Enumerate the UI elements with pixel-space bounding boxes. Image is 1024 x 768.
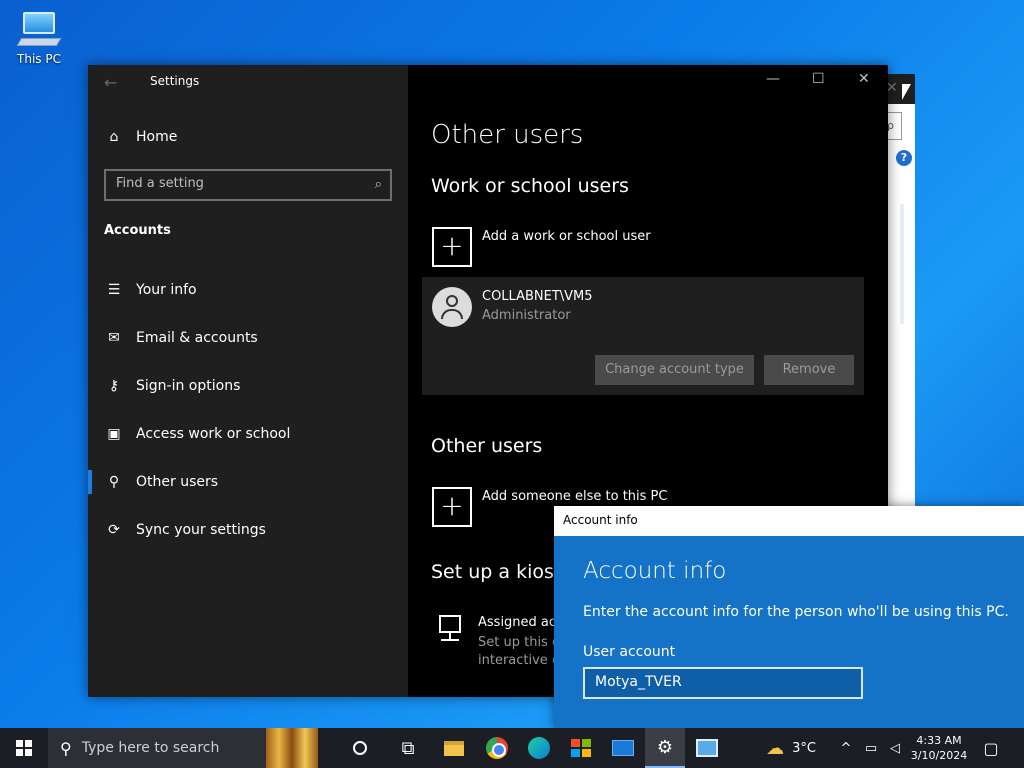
- mail-icon: [612, 740, 634, 756]
- search-icon: ⌕: [374, 177, 382, 192]
- windows-logo-icon: [16, 740, 32, 756]
- taskbar-search-box[interactable]: ⚲ Type here to search: [48, 728, 318, 768]
- plus-icon: +: [440, 489, 464, 522]
- store-icon: [571, 739, 591, 757]
- dialog-prompt: Enter the account info for the person wh…: [583, 604, 1009, 620]
- sidebar-item-email-accounts[interactable]: ✉ Email & accounts: [104, 326, 258, 350]
- briefcase-icon: ▣: [107, 426, 121, 442]
- mouse-cursor: [902, 84, 911, 100]
- sidebar-item-sync-settings[interactable]: ⟳ Sync your settings: [104, 518, 266, 542]
- task-view-button[interactable]: ⧉: [388, 728, 428, 768]
- plus-icon: +: [440, 229, 464, 262]
- section-heading: Accounts: [104, 223, 171, 238]
- tray-chevron-icon[interactable]: ^: [836, 728, 856, 768]
- task-view-icon: ⧉: [401, 737, 415, 759]
- change-account-type-button[interactable]: Change account type: [595, 355, 754, 385]
- sidebar-item-sign-in-options[interactable]: ⚷ Sign-in options: [104, 374, 241, 398]
- user-avatar-icon: [432, 287, 472, 327]
- settings-taskbar-button[interactable]: ⚙: [645, 728, 685, 768]
- person-add-icon: ⚲: [108, 474, 120, 490]
- dialog-heading: Account info: [583, 558, 727, 584]
- user-entry[interactable]: COLLABNET\VM5 Administrator Change accou…: [422, 277, 864, 395]
- this-pc-label: This PC: [17, 52, 61, 66]
- cortana-circle-icon: [353, 741, 367, 755]
- user-role: Administrator: [482, 308, 571, 323]
- edge-icon: [528, 737, 550, 759]
- user-account-input[interactable]: Motya_TVER: [583, 667, 863, 699]
- system-info-button[interactable]: [687, 728, 727, 768]
- search-icon: ⚲: [60, 738, 72, 758]
- edge-button[interactable]: [519, 728, 559, 768]
- back-arrow-icon[interactable]: ←: [104, 73, 117, 92]
- taskbar: ⚲ Type here to search ⧉ ⚙ ☁ 3°C ^ ▭ ◁ 4:…: [0, 728, 1024, 768]
- volume-muted-icon[interactable]: ◁: [884, 728, 906, 768]
- add-other-user-label[interactable]: Add someone else to this PC: [482, 489, 667, 504]
- person-card-icon: ☰: [107, 282, 121, 298]
- settings-sidebar: ← Settings ⌂ Home Find a setting ⌕ Accou…: [88, 65, 408, 697]
- gear-icon: ⚙: [656, 736, 674, 758]
- maximize-icon[interactable]: ☐: [812, 71, 825, 87]
- weather-widget[interactable]: ☁ 3°C: [756, 728, 826, 768]
- help-icon[interactable]: ?: [896, 150, 912, 166]
- weather-cloud-icon: ☁: [766, 737, 785, 759]
- kiosk-heading: Set up a kiosk: [431, 561, 565, 583]
- kiosk-description-line2: interactive d: [478, 653, 561, 668]
- chrome-icon: [486, 737, 508, 759]
- sidebar-item-other-users[interactable]: ⚲ Other users: [88, 470, 218, 494]
- add-other-user-button[interactable]: +: [432, 487, 472, 527]
- kiosk-description-line1: Set up this d: [478, 635, 561, 650]
- folder-icon: [444, 740, 464, 756]
- minimize-icon[interactable]: —: [766, 71, 780, 87]
- nav-home[interactable]: ⌂ Home: [104, 129, 178, 145]
- search-highlight-image: [266, 728, 318, 768]
- kiosk-monitor-icon: [436, 615, 464, 649]
- window-title: Settings: [150, 74, 200, 88]
- dialog-titlebar[interactable]: Account info: [554, 506, 1024, 536]
- account-info-dialog: Account info Account info Enter the acco…: [554, 506, 1024, 728]
- file-explorer-button[interactable]: [434, 728, 474, 768]
- system-info-icon: [696, 739, 718, 757]
- network-icon[interactable]: ▭: [860, 728, 882, 768]
- remove-button[interactable]: Remove: [764, 355, 854, 385]
- start-button[interactable]: [0, 728, 48, 768]
- mail-icon: ✉: [108, 330, 120, 346]
- sync-icon: ⟳: [108, 522, 120, 538]
- chrome-button[interactable]: [477, 728, 517, 768]
- close-icon[interactable]: ✕: [858, 71, 870, 87]
- key-icon: ⚷: [108, 378, 120, 394]
- add-work-user-button[interactable]: +: [432, 227, 472, 267]
- user-account-label: User account: [583, 644, 676, 660]
- notification-center-icon[interactable]: ▢: [976, 728, 1006, 768]
- other-users-heading: Other users: [431, 435, 543, 457]
- sidebar-item-access-work-school[interactable]: ▣ Access work or school: [104, 422, 290, 446]
- cortana-button[interactable]: [340, 728, 380, 768]
- page-title: Other users: [431, 120, 584, 150]
- user-name: COLLABNET\VM5: [482, 289, 593, 304]
- mail-button[interactable]: [603, 728, 643, 768]
- home-icon: ⌂: [109, 129, 119, 145]
- work-school-heading: Work or school users: [431, 175, 629, 197]
- settings-search-input[interactable]: Find a setting ⌕: [104, 169, 392, 201]
- selection-indicator: [88, 470, 92, 494]
- add-work-user-label[interactable]: Add a work or school user: [482, 229, 651, 244]
- computer-icon: [16, 10, 62, 50]
- this-pc-desktop-icon[interactable]: This PC: [10, 10, 68, 66]
- store-button[interactable]: [561, 728, 601, 768]
- sidebar-item-your-info[interactable]: ☰ Your info: [104, 278, 197, 302]
- assigned-access-title[interactable]: Assigned acc: [478, 615, 563, 630]
- clock[interactable]: 4:33 AM 3/10/2024: [906, 728, 972, 768]
